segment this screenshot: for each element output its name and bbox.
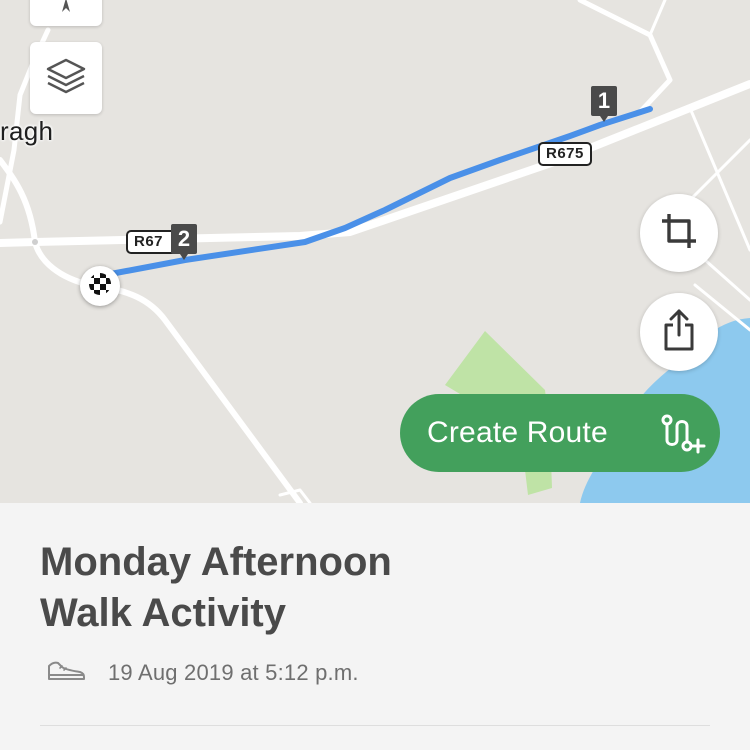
- activity-details: Monday Afternoon Walk Activity 19 Aug 20…: [0, 503, 750, 750]
- layers-icon: [45, 56, 87, 101]
- shoe-icon: [46, 658, 86, 687]
- finish-marker[interactable]: [80, 266, 120, 306]
- share-button[interactable]: [640, 293, 718, 371]
- create-route-label: Create Route: [427, 416, 608, 449]
- checkered-flag-icon: [88, 272, 112, 301]
- lap-marker-1[interactable]: 1: [591, 86, 617, 122]
- share-icon: [662, 309, 696, 356]
- activity-title-line1: Monday Afternoon: [40, 540, 392, 584]
- crop-button[interactable]: [640, 194, 718, 272]
- road-southwest: [0, 157, 303, 503]
- activity-date: 19 Aug 2019 at 5:12 p.m.: [108, 659, 359, 685]
- route-plus-icon: [660, 414, 706, 462]
- map-view[interactable]: ragh R675 R67 1 2 Create Route: [0, 0, 750, 503]
- layers-button[interactable]: [30, 42, 102, 114]
- activity-meta: 19 Aug 2019 at 5:12 p.m.: [46, 658, 359, 687]
- compass-icon: [56, 0, 76, 21]
- create-route-button[interactable]: Create Route: [400, 394, 720, 472]
- road-r675: [0, 80, 750, 247]
- road-north-branch: [648, 0, 667, 37]
- place-label: ragh: [0, 116, 54, 146]
- activity-screen: ragh R675 R67 1 2 Create Route Monday Af…: [0, 0, 750, 750]
- activity-title-line2: Walk Activity: [40, 591, 286, 635]
- lap-marker-2[interactable]: 2: [171, 224, 197, 260]
- junction-dot: [32, 239, 38, 245]
- divider: [40, 725, 710, 726]
- road-shield-r675: R675: [538, 142, 592, 166]
- compass-button[interactable]: [30, 0, 102, 26]
- crop-icon: [659, 211, 699, 256]
- activity-title: Monday Afternoon Walk Activity: [40, 537, 560, 639]
